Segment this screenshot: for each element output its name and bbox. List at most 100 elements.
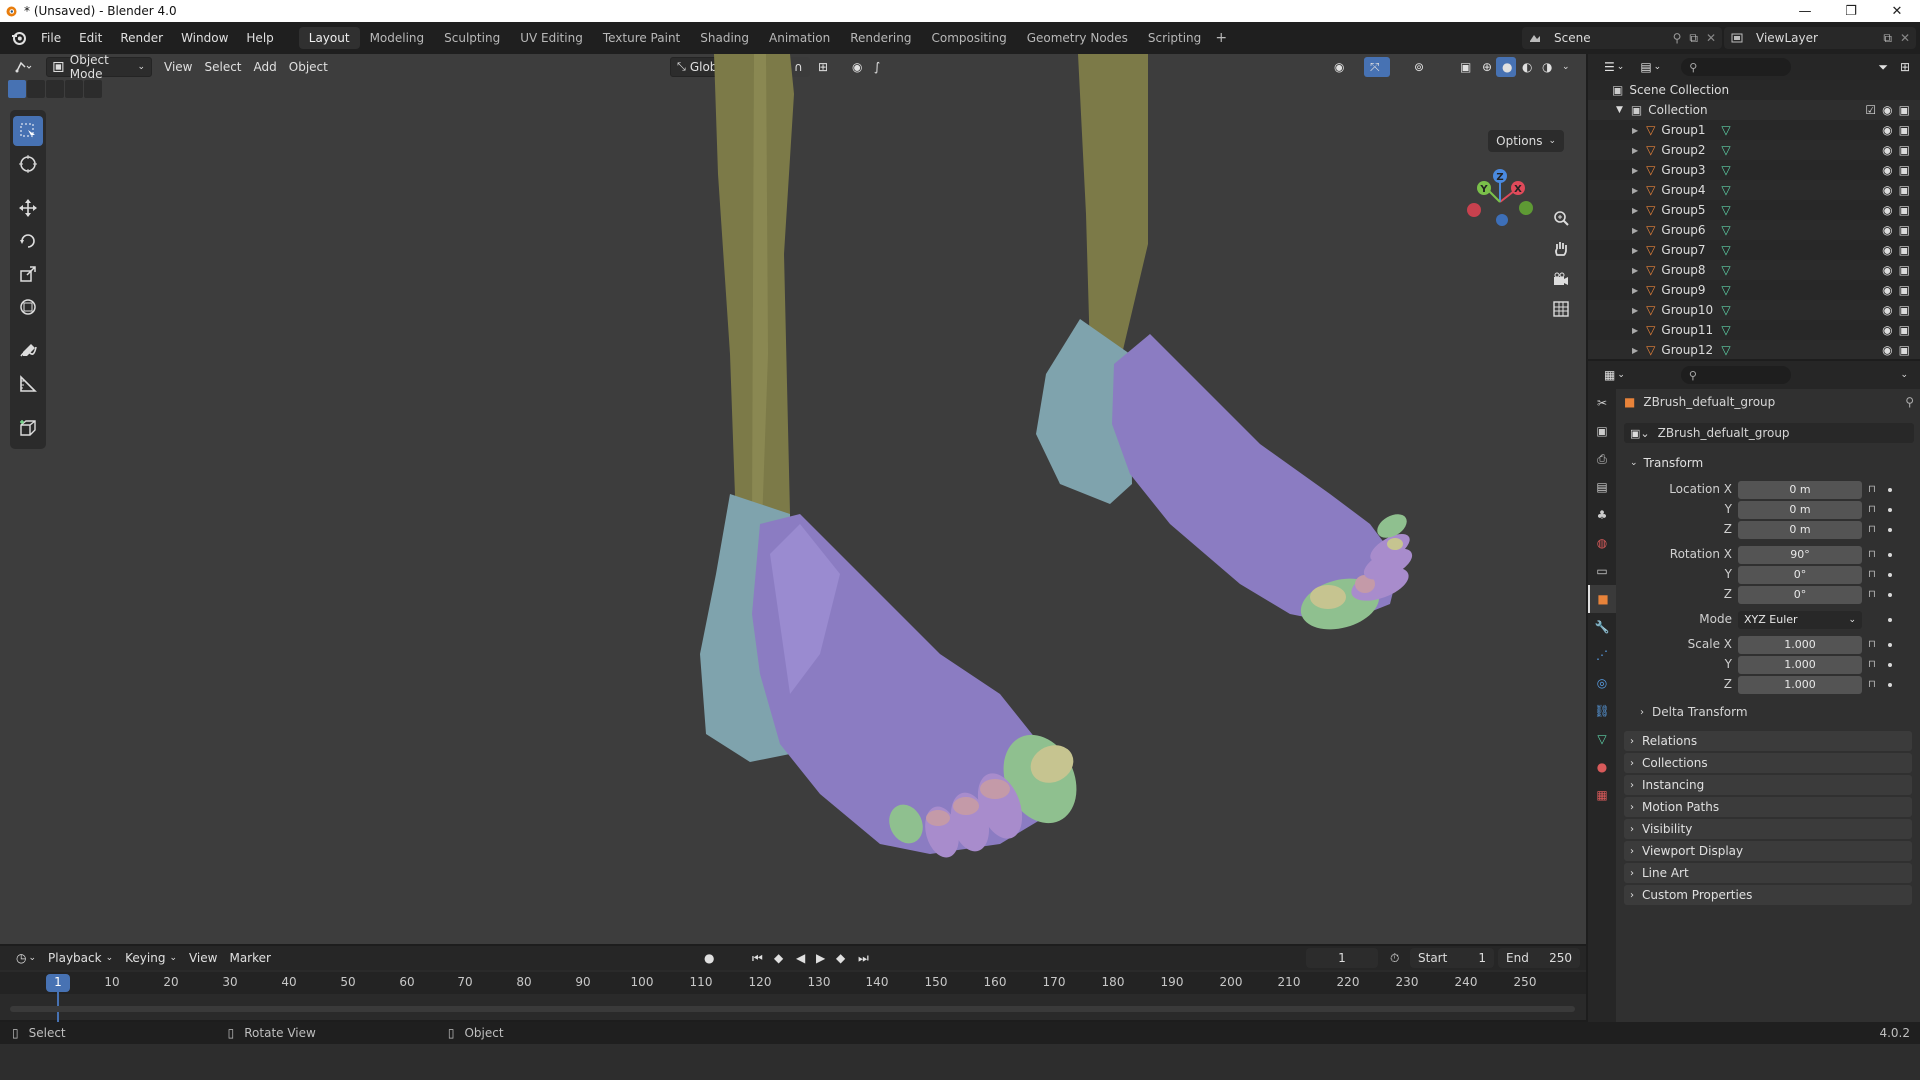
menu-file[interactable]: File [32, 27, 70, 49]
scale-y-field[interactable]: 1.000 [1738, 656, 1862, 674]
tab-scene[interactable]: ♣ [1588, 501, 1616, 529]
properties-panel-header[interactable]: › Visibility [1624, 819, 1912, 839]
keyframe-dot-icon[interactable] [1888, 683, 1892, 687]
expand-arrow-icon[interactable]: ▶ [1632, 326, 1638, 335]
pin-icon[interactable]: ⚲ [1905, 395, 1914, 409]
outliner-item[interactable]: ▶ ▽ Group1 ▽ ◉ ▣ [1588, 120, 1920, 140]
feet-model[interactable] [0, 54, 1586, 944]
checkbox-icon[interactable]: ☑ [1865, 103, 1876, 117]
play-reverse-button[interactable]: ◀ [790, 948, 811, 968]
location-z-field[interactable]: 0 m [1738, 521, 1862, 539]
menu-marker[interactable]: Marker [223, 948, 276, 968]
outliner-item[interactable]: ▶ ▽ Group12 ▽ ◉ ▣ [1588, 340, 1920, 359]
expand-arrow-icon[interactable]: ▶ [1632, 266, 1638, 275]
keyframe-dot-icon[interactable] [1888, 573, 1892, 577]
close-button[interactable]: ✕ [1874, 0, 1920, 22]
lock-icon[interactable]: ⊓ [1868, 549, 1878, 560]
tab-view-layer[interactable]: ▤ [1588, 473, 1616, 501]
camera-render-icon[interactable]: ▣ [1899, 323, 1910, 337]
tab-world[interactable]: ◍ [1588, 529, 1616, 557]
camera-render-icon[interactable]: ▣ [1899, 103, 1910, 117]
preview-range-toggle[interactable]: ⏱ [1384, 948, 1405, 968]
object-name-field[interactable]: ▣⌄ ZBrush_defualt_group [1624, 423, 1914, 443]
mesh-data-icon[interactable]: ▽ [1721, 263, 1730, 277]
play-button[interactable]: ▶ [810, 948, 831, 968]
rotation-z-field[interactable]: 0° [1738, 586, 1862, 604]
current-frame-field[interactable]: 1 [1306, 948, 1378, 968]
tab-uv-editing[interactable]: UV Editing [510, 27, 593, 49]
mesh-data-icon[interactable]: ▽ [1721, 163, 1730, 177]
tab-object[interactable]: ■ [1588, 585, 1616, 613]
camera-render-icon[interactable]: ▣ [1899, 163, 1910, 177]
rotation-x-field[interactable]: 90° [1738, 546, 1862, 564]
outliner-collection[interactable]: ▼ ▣ Collection ☑ ◉ ▣ [1588, 100, 1920, 120]
lock-icon[interactable]: ⊓ [1868, 524, 1878, 535]
lock-icon[interactable]: ⊓ [1868, 504, 1878, 515]
tab-shading[interactable]: Shading [690, 27, 759, 49]
menu-playback[interactable]: Playback ⌄ [42, 948, 119, 968]
expand-arrow-icon[interactable]: ▶ [1632, 306, 1638, 315]
outliner-item[interactable]: ▶ ▽ Group8 ▽ ◉ ▣ [1588, 260, 1920, 280]
tab-scripting[interactable]: Scripting [1138, 27, 1211, 49]
expand-arrow-icon[interactable]: ▶ [1632, 286, 1638, 295]
tab-modeling[interactable]: Modeling [360, 27, 435, 49]
eye-icon[interactable]: ◉ [1882, 223, 1892, 237]
timeline-editor[interactable]: ◷ ⌄ Playback ⌄ Keying ⌄ View Marker ● ⏮ ◆ ◀… [0, 944, 1586, 1022]
eye-icon[interactable]: ◉ [1882, 283, 1892, 297]
expand-arrow-icon[interactable]: ▶ [1632, 246, 1638, 255]
keyframe-dot-icon[interactable] [1888, 528, 1892, 532]
jump-start-button[interactable]: ⏮ [746, 948, 769, 968]
timeline-editor-type-icon[interactable]: ◷ ⌄ [10, 948, 42, 968]
view-layer-selector[interactable]: ViewLayer ⧉ ✕ [1724, 27, 1916, 49]
tab-tool[interactable]: ✂ [1588, 389, 1616, 417]
properties-editor[interactable]: ▦ ⌄ ⚲ ⌄ ✂ ▣ ⎙ ▤ ♣ ◍ ▭ ■ 🔧 ⋰ ◎ ⛓ ▽ ● ▦ ■ Z… [1588, 361, 1920, 1022]
tab-data[interactable]: ▽ [1588, 725, 1616, 753]
keyframe-dot-icon[interactable] [1888, 618, 1892, 622]
outliner-item[interactable]: ▶ ▽ Group7 ▽ ◉ ▣ [1588, 240, 1920, 260]
menu-timeline-view[interactable]: View [183, 948, 223, 968]
pin-icon[interactable]: ⚲ [1673, 31, 1682, 45]
expand-arrow-icon[interactable]: ▶ [1632, 226, 1638, 235]
eye-icon[interactable]: ◉ [1882, 183, 1892, 197]
keyframe-dot-icon[interactable] [1888, 663, 1892, 667]
minimize-button[interactable]: — [1782, 0, 1828, 22]
expand-arrow-icon[interactable]: ▶ [1632, 126, 1638, 135]
new-scene-icon[interactable]: ⧉ [1689, 31, 1698, 46]
eye-icon[interactable]: ◉ [1882, 203, 1892, 217]
keyframe-dot-icon[interactable] [1888, 553, 1892, 557]
menu-window[interactable]: Window [172, 27, 237, 49]
location-y-field[interactable]: 0 m [1738, 501, 1862, 519]
location-x-field[interactable]: 0 m [1738, 481, 1862, 499]
tab-texture[interactable]: ▦ [1588, 781, 1616, 809]
prev-keyframe-button[interactable]: ◆ [768, 948, 789, 968]
outliner-item[interactable]: ▶ ▽ Group9 ▽ ◉ ▣ [1588, 280, 1920, 300]
camera-render-icon[interactable]: ▣ [1899, 343, 1910, 357]
end-frame-field[interactable]: End 250 [1498, 948, 1580, 968]
properties-panel-header[interactable]: › Custom Properties [1624, 885, 1912, 905]
rotation-mode-dropdown[interactable]: XYZ Euler ⌄ [1738, 611, 1862, 629]
keyframe-dot-icon[interactable] [1888, 593, 1892, 597]
tab-material[interactable]: ● [1588, 753, 1616, 781]
outliner-item[interactable]: ▶ ▽ Group11 ▽ ◉ ▣ [1588, 320, 1920, 340]
mesh-data-icon[interactable]: ▽ [1721, 343, 1730, 357]
mesh-data-icon[interactable]: ▽ [1721, 323, 1730, 337]
start-frame-field[interactable]: Start 1 [1410, 948, 1494, 968]
scale-x-field[interactable]: 1.000 [1738, 636, 1862, 654]
tab-render[interactable]: ▣ [1588, 417, 1616, 445]
new-collection-button[interactable]: ⊞ [1894, 57, 1916, 77]
menu-render[interactable]: Render [111, 27, 172, 49]
eye-icon[interactable]: ◉ [1882, 323, 1892, 337]
tab-animation[interactable]: Animation [759, 27, 840, 49]
properties-panel-header[interactable]: › Motion Paths [1624, 797, 1912, 817]
eye-icon[interactable]: ◉ [1882, 143, 1892, 157]
camera-render-icon[interactable]: ▣ [1899, 143, 1910, 157]
eye-icon[interactable]: ◉ [1882, 263, 1892, 277]
keyframe-dot-icon[interactable] [1888, 643, 1892, 647]
scene-selector[interactable]: Scene ⚲ ⧉ ✕ [1522, 27, 1722, 49]
mesh-data-icon[interactable]: ▽ [1721, 183, 1730, 197]
lock-icon[interactable]: ⊓ [1868, 639, 1878, 650]
lock-icon[interactable]: ⊓ [1868, 679, 1878, 690]
lock-icon[interactable]: ⊓ [1868, 589, 1878, 600]
timeline-scrollbar[interactable] [10, 1006, 1575, 1012]
next-keyframe-button[interactable]: ◆ [830, 948, 851, 968]
